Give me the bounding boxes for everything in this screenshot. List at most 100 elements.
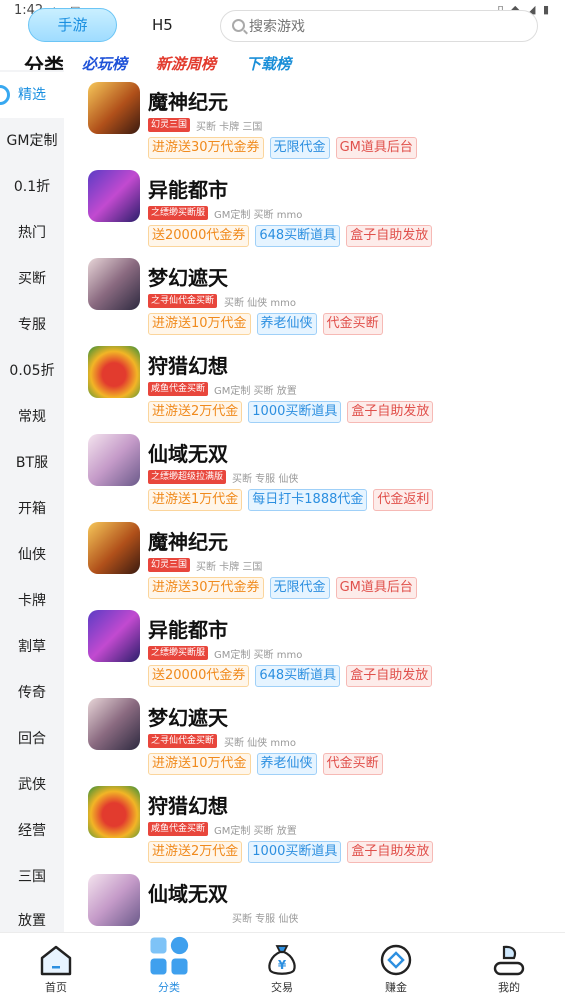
chip: 1000买断道具 bbox=[248, 841, 342, 863]
game-chips: 进游送10万代金 养老仙侠 代金买断 bbox=[148, 312, 389, 335]
game-tags: 买断 卡牌 三国 bbox=[196, 122, 263, 133]
chip: 代金返利 bbox=[373, 489, 434, 511]
nav-label: 交易 bbox=[271, 981, 293, 994]
svg-text:¥: ¥ bbox=[278, 958, 287, 972]
game-chips: 进游送10万代金 养老仙侠 代金买断 bbox=[148, 752, 389, 775]
nav-home[interactable]: 首页 bbox=[11, 933, 101, 1005]
game-name: 异能都市 bbox=[148, 178, 228, 202]
game-chips: 进游送30万代金券 无限代金 GM道具后台 bbox=[148, 136, 423, 159]
tab-mobile-game[interactable]: 手游 bbox=[28, 8, 117, 42]
game-chips: 进游送2万代金 1000买断道具 盒子自助发放 bbox=[148, 840, 439, 863]
nav-label: 分类 bbox=[158, 981, 180, 994]
game-chips: 送20000代金券 648买断道具 盒子自助发放 bbox=[148, 224, 438, 247]
game-badge: 之缥缈买断服 bbox=[148, 646, 209, 660]
sidebar-item[interactable]: 卡牌 bbox=[0, 578, 64, 624]
app-page: 1:42 ▲ ▣ ▯ ◆ ◢ ▮ 手游 H5 分类 必玩榜 新游周榜 下载榜 精… bbox=[0, 0, 565, 1005]
game-name: 魔神纪元 bbox=[148, 530, 228, 554]
game-badge: 咸鱼代金买断 bbox=[148, 382, 209, 396]
game-badge: 幻灵三国 bbox=[148, 558, 191, 572]
search-input[interactable] bbox=[249, 17, 519, 37]
sidebar-item[interactable]: 回合 bbox=[0, 716, 64, 762]
chip: 进游送30万代金券 bbox=[148, 137, 264, 159]
sidebar-item[interactable]: 常规 bbox=[0, 394, 64, 440]
chip: 每日打卡1888代金 bbox=[248, 489, 368, 511]
game-item[interactable]: 异能都市 之缥缈买断服 GM定制 买断 mmo 送20000代金券 648买断道具… bbox=[64, 158, 565, 247]
sidebar-item[interactable]: GM定制 bbox=[0, 118, 64, 164]
profile-icon bbox=[493, 945, 525, 976]
chip: 盒子自助发放 bbox=[347, 401, 434, 423]
chip: 送20000代金券 bbox=[148, 225, 250, 247]
home-icon bbox=[40, 945, 72, 976]
search-bar[interactable] bbox=[220, 10, 538, 42]
game-item[interactable]: 梦幻遮天 之寻仙代金买断 买断 仙侠 mmo 进游送10万代金 养老仙侠 代金买断 bbox=[64, 686, 565, 775]
chip: 养老仙侠 bbox=[256, 313, 317, 335]
game-chips: 进游送30万代金券 无限代金 GM道具后台 bbox=[148, 576, 423, 599]
chip: 盒子自助发放 bbox=[346, 225, 433, 247]
chip: 进游送2万代金 bbox=[148, 401, 243, 423]
game-name: 梦幻遮天 bbox=[148, 706, 228, 730]
nav-trade[interactable]: ¥ 交易 bbox=[237, 933, 327, 1005]
game-chips: 进游送1万代金 每日打卡1888代金 代金返利 bbox=[148, 488, 439, 511]
game-tags: 买断 仙侠 mmo bbox=[224, 738, 296, 749]
game-name: 梦幻遮天 bbox=[148, 266, 228, 290]
sidebar-item[interactable]: 经营 bbox=[0, 808, 64, 854]
sidebar-item[interactable]: 买断 bbox=[0, 256, 64, 302]
coin-icon bbox=[380, 944, 412, 976]
game-chips: 进游送2万代金 1000买断道具 盒子自助发放 bbox=[148, 400, 439, 423]
game-list: 魔神纪元 幻灵三国 买断 卡牌 三国 进游送30万代金券 无限代金 GM道具后台 异… bbox=[64, 70, 565, 932]
chip: 648买断道具 bbox=[255, 665, 341, 687]
tab-h5[interactable]: H5 bbox=[152, 8, 192, 42]
chip: GM道具后台 bbox=[335, 577, 417, 599]
sidebar-item-featured[interactable]: 精选 bbox=[0, 72, 64, 118]
sidebar-item[interactable]: 0.1折 bbox=[0, 164, 64, 210]
nav-profile[interactable]: 我的 bbox=[464, 933, 554, 1005]
game-icon bbox=[88, 346, 140, 398]
sidebar-item[interactable]: 专服 bbox=[0, 302, 64, 348]
sidebar-item[interactable]: 开箱 bbox=[0, 486, 64, 532]
chip: 进游送1万代金 bbox=[148, 489, 243, 511]
sidebar-item[interactable]: 割草 bbox=[0, 624, 64, 670]
game-item[interactable]: 仙域无双 之缥缈超级拉满版 买断 专服 仙侠 进游送1万代金 每日打卡1888代金… bbox=[64, 422, 565, 511]
game-tags: 买断 专服 仙侠 bbox=[232, 914, 299, 925]
game-icon bbox=[88, 786, 140, 838]
game-item[interactable]: 魔神纪元 幻灵三国 买断 卡牌 三国 进游送30万代金券 无限代金 GM道具后台 bbox=[64, 70, 565, 159]
game-badge: 之寻仙代金买断 bbox=[148, 734, 218, 748]
nav-earn[interactable]: 赚金 bbox=[351, 933, 441, 1005]
game-badge: 之缥缈超级拉满版 bbox=[148, 470, 227, 484]
sidebar-item[interactable]: 仙侠 bbox=[0, 532, 64, 578]
nav-label: 我的 bbox=[498, 981, 520, 994]
chip: GM道具后台 bbox=[335, 137, 417, 159]
sidebar-item[interactable]: 武侠 bbox=[0, 762, 64, 808]
chip: 盒子自助发放 bbox=[346, 665, 433, 687]
game-name: 魔神纪元 bbox=[148, 90, 228, 114]
sidebar-item[interactable]: 传奇 bbox=[0, 670, 64, 716]
game-tags: 买断 仙侠 mmo bbox=[224, 298, 296, 309]
game-item[interactable]: 异能都市 之缥缈买断服 GM定制 买断 mmo 送20000代金券 648买断道具… bbox=[64, 598, 565, 687]
money-bag-icon: ¥ bbox=[268, 945, 296, 975]
game-item[interactable]: 狩猎幻想 咸鱼代金买断 GM定制 买断 放置 进游送2万代金 1000买断道具 盒子… bbox=[64, 334, 565, 423]
bottom-nav: 首页 分类 ¥ 交易 赚金 我的 bbox=[0, 932, 565, 1005]
game-tags: GM定制 买断 放置 bbox=[214, 826, 297, 837]
nav-category[interactable]: 分类 bbox=[124, 933, 214, 1005]
nav-label: 首页 bbox=[45, 981, 67, 994]
game-tags: GM定制 买断 mmo bbox=[214, 650, 303, 661]
game-icon bbox=[88, 522, 140, 574]
sidebar-item[interactable]: 热门 bbox=[0, 210, 64, 256]
game-name: 异能都市 bbox=[148, 618, 228, 642]
sidebar-item[interactable]: BT服 bbox=[0, 440, 64, 486]
sidebar-item[interactable]: 0.05折 bbox=[0, 348, 64, 394]
game-item[interactable]: 梦幻遮天 之寻仙代金买断 买断 仙侠 mmo 进游送10万代金 养老仙侠 代金买断 bbox=[64, 246, 565, 335]
chip: 1000买断道具 bbox=[248, 401, 342, 423]
chip: 无限代金 bbox=[269, 577, 330, 599]
game-item[interactable]: 狩猎幻想 咸鱼代金买断 GM定制 买断 放置 进游送2万代金 1000买断道具 盒子… bbox=[64, 774, 565, 863]
sidebar-item[interactable]: 三国 bbox=[0, 854, 64, 900]
game-tags: 买断 专服 仙侠 bbox=[232, 474, 299, 485]
game-item[interactable]: 仙域无双 买断 专服 仙侠 bbox=[64, 862, 565, 932]
chip: 养老仙侠 bbox=[256, 753, 317, 775]
chip: 进游送10万代金 bbox=[148, 753, 251, 775]
chip: 盒子自助发放 bbox=[347, 841, 434, 863]
game-chips: 送20000代金券 648买断道具 盒子自助发放 bbox=[148, 664, 438, 687]
game-item[interactable]: 魔神纪元 幻灵三国 买断 卡牌 三国 进游送30万代金券 无限代金 GM道具后台 bbox=[64, 510, 565, 599]
nav-label: 赚金 bbox=[385, 981, 407, 994]
category-sidebar: 精选 GM定制 0.1折 热门 买断 专服 0.05折 常规 BT服 开箱 仙侠… bbox=[0, 70, 64, 932]
